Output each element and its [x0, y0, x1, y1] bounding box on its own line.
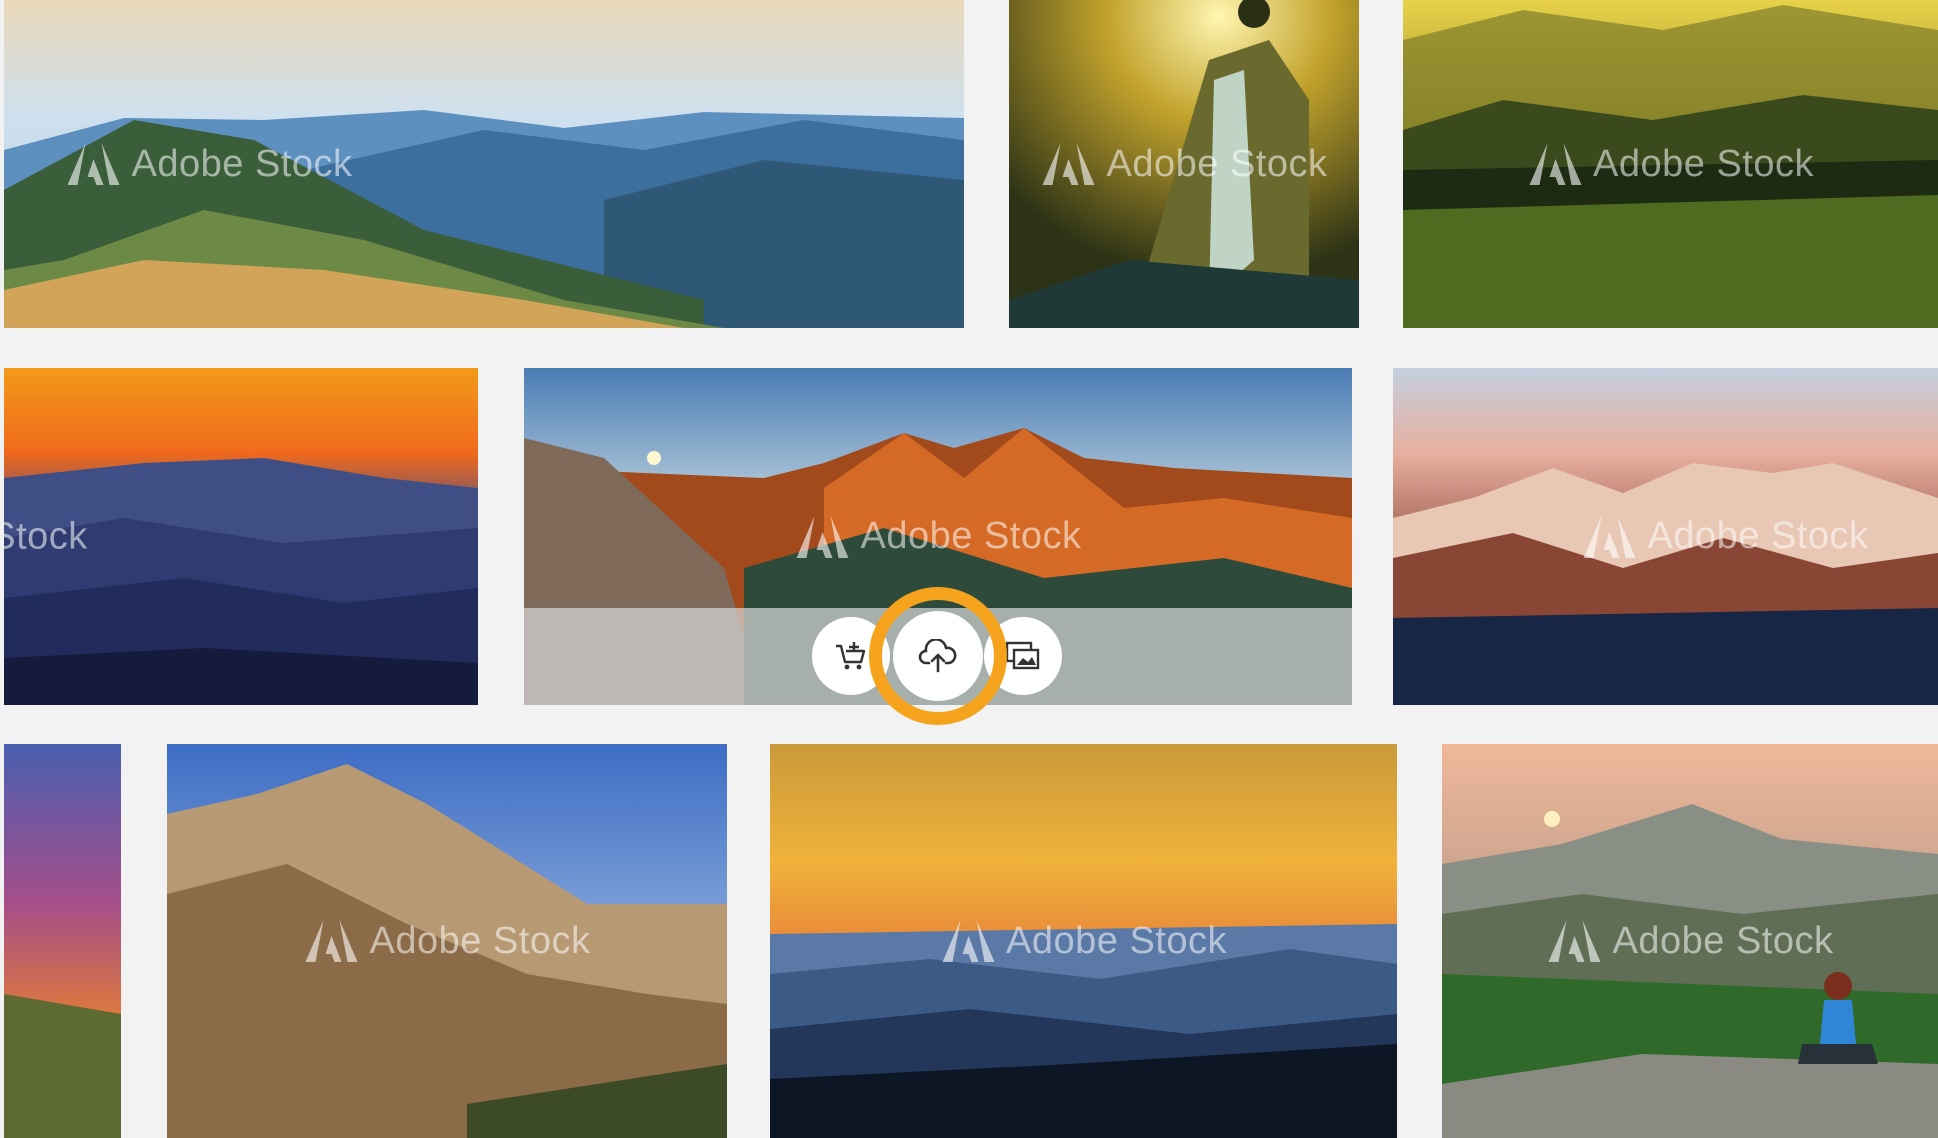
purple-sky-image: [4, 744, 121, 1138]
cart-plus-icon: [836, 642, 866, 670]
sunset-hills-image: [4, 368, 478, 705]
cloud-upload-icon: [918, 639, 957, 673]
add-to-cart-button[interactable]: [812, 617, 890, 695]
mountain-panorama-image: [4, 0, 964, 328]
gallery-image-1[interactable]: Adobe Stock: [4, 0, 964, 328]
gallery-image-3[interactable]: Adobe Stock: [1403, 0, 1938, 328]
gallery-image-9[interactable]: Adobe Stock: [770, 744, 1397, 1138]
gallery-image-4[interactable]: Stock: [4, 368, 478, 705]
gallery-image-2[interactable]: Adobe Stock: [1009, 0, 1359, 328]
layered-ranges-image: [770, 744, 1397, 1138]
waterfall-image: [1009, 0, 1359, 328]
gallery-image-10[interactable]: Adobe Stock: [1442, 744, 1938, 1138]
gallery-image-6[interactable]: Adobe Stock: [1393, 368, 1938, 705]
gallery-image-8[interactable]: Adobe Stock: [167, 744, 727, 1138]
rocky-mountain-image: [167, 744, 727, 1138]
woman-meditating-image: [1442, 744, 1938, 1138]
green-meadow-image: [1403, 0, 1938, 328]
save-to-library-button[interactable]: [893, 611, 983, 701]
find-similar-button[interactable]: [984, 617, 1062, 695]
similar-images-icon: [1005, 641, 1040, 670]
snowy-peaks-image: [1393, 368, 1938, 705]
gallery-image-7[interactable]: [4, 744, 121, 1138]
